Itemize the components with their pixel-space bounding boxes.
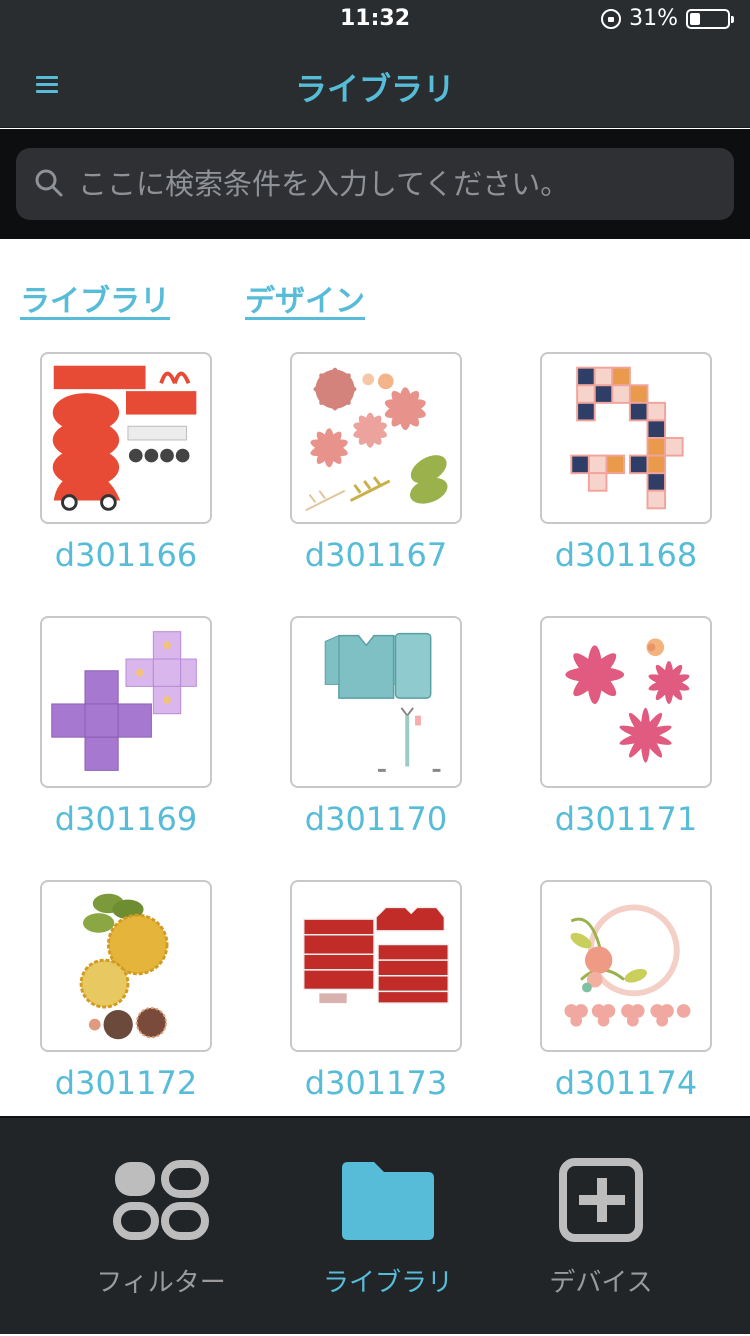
design-thumbnail[interactable] [540, 352, 712, 524]
tab-device[interactable]: デバイス [476, 1118, 726, 1336]
sunflower-design-thumbnail [79, 893, 169, 1040]
rotation-lock-icon [601, 8, 622, 29]
red-box-design-thumbnail [302, 906, 450, 1004]
device-add-icon [559, 1158, 643, 1242]
design-label[interactable]: d301173 [290, 1064, 462, 1102]
design-card[interactable]: d301172 [40, 880, 212, 1102]
design-thumbnail[interactable] [40, 616, 212, 788]
design-thumbnail[interactable] [40, 352, 212, 524]
design-label[interactable]: d301169 [40, 800, 212, 838]
design-label[interactable]: d301171 [540, 800, 712, 838]
shirt-design-thumbnail [324, 632, 441, 772]
folder-icon [342, 1162, 434, 1240]
design-thumbnail[interactable] [290, 880, 462, 1052]
tab-library[interactable]: ライブラリ [20, 276, 170, 320]
design-card[interactable]: d301173 [290, 880, 462, 1102]
design-thumbnail[interactable] [540, 616, 712, 788]
filter-icon [113, 1160, 209, 1240]
design-card[interactable]: d301170 [290, 616, 462, 838]
battery-icon [686, 8, 734, 29]
page-title: ライブラリ [294, 70, 455, 108]
wreath-design-thumbnail [564, 904, 691, 1027]
tab-filter[interactable]: フィルター [36, 1118, 286, 1336]
design-card[interactable]: d301171 [540, 616, 712, 838]
design-label[interactable]: d301174 [540, 1064, 712, 1102]
design-label[interactable]: d301166 [40, 536, 212, 574]
design-label[interactable]: d301170 [290, 800, 462, 838]
tab-design[interactable]: デザイン [245, 276, 365, 320]
tab-device-label: デバイス [549, 1268, 653, 1298]
design-thumbnail[interactable] [40, 880, 212, 1052]
design-thumbnail[interactable] [290, 616, 462, 788]
design-label[interactable]: d301167 [290, 536, 462, 574]
content-tabs: ライブラリ デザイン [0, 240, 750, 330]
search-input[interactable] [78, 148, 718, 220]
search-box[interactable] [16, 148, 734, 220]
nav-bar: ライブラリ [0, 40, 750, 128]
flower-pink-design-thumbnail [565, 638, 690, 763]
tab-filter-label: フィルター [96, 1268, 226, 1298]
design-thumbnail[interactable] [290, 352, 462, 524]
design-card[interactable]: d301174 [540, 880, 712, 1102]
cube-design-thumbnail [570, 366, 684, 510]
design-card[interactable]: d301167 [290, 352, 462, 574]
design-card[interactable]: d301168 [540, 352, 712, 574]
flower-design-thumbnail [305, 367, 448, 512]
design-card[interactable]: d301166 [40, 352, 212, 574]
design-label[interactable]: d301172 [40, 1064, 212, 1102]
design-label[interactable]: d301168 [540, 536, 712, 574]
box-design-thumbnail [51, 631, 197, 771]
design-card[interactable]: d301169 [40, 616, 212, 838]
search-icon [35, 169, 63, 197]
status-right: 31% [601, 6, 734, 31]
bottom-tab-bar: フィルター ライブラリ デバイス [0, 1116, 750, 1334]
car-design-thumbnail [52, 365, 197, 511]
search-bar [0, 129, 750, 239]
design-thumbnail[interactable] [540, 880, 712, 1052]
battery-percent: 31% [629, 6, 678, 31]
status-bar: 11:32 31% [0, 0, 750, 40]
